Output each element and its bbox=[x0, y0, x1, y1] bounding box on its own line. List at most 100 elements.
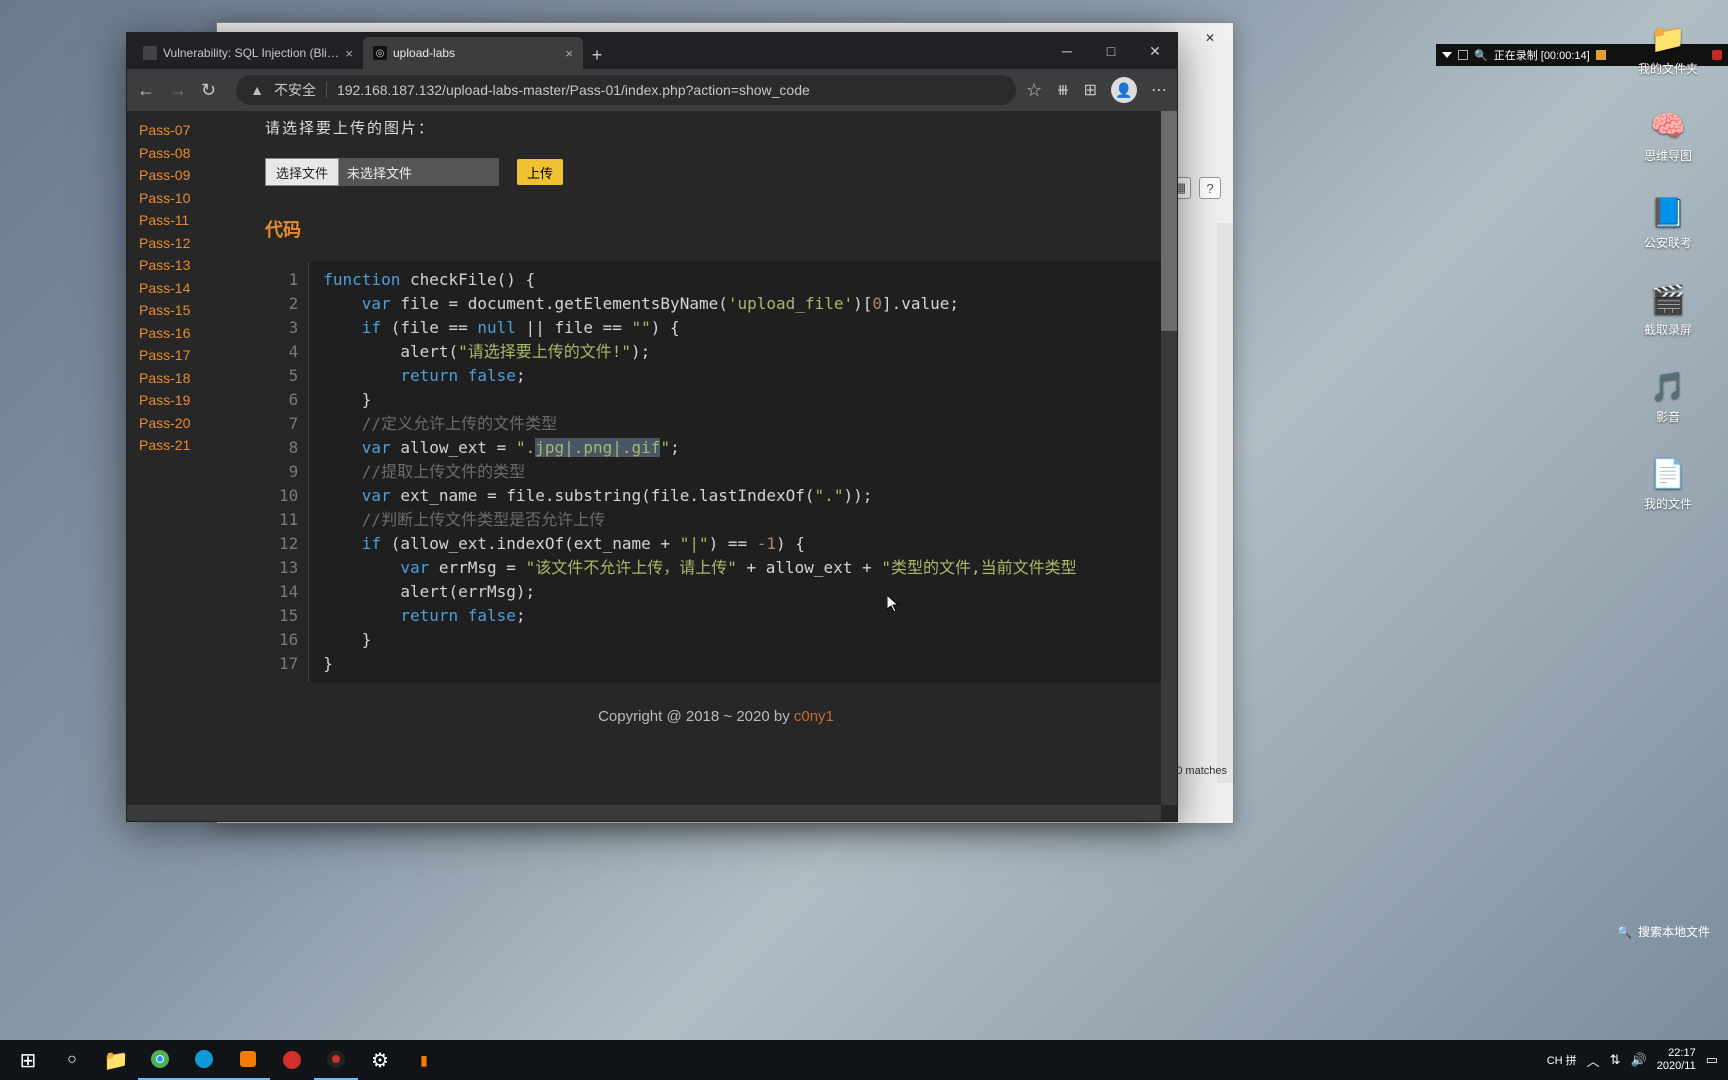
author-link[interactable]: c0ny1 bbox=[794, 708, 834, 725]
scrollbar-thumb[interactable] bbox=[1161, 111, 1177, 331]
forward-button[interactable]: → bbox=[169, 80, 187, 101]
sidebar-item-pass-18[interactable]: Pass-18 bbox=[139, 367, 225, 390]
pen-icon[interactable] bbox=[1596, 50, 1606, 60]
code-line: } bbox=[323, 628, 1076, 652]
line-number: 4 bbox=[279, 340, 298, 364]
chrome-button[interactable] bbox=[138, 1040, 182, 1080]
clock-date: 2020/11 bbox=[1657, 1060, 1696, 1073]
sidebar-item-pass-09[interactable]: Pass-09 bbox=[139, 164, 225, 187]
app-orange-button[interactable]: ▮ bbox=[402, 1040, 446, 1080]
profile-avatar[interactable]: 👤 bbox=[1111, 77, 1137, 103]
explorer-button[interactable]: 📁 bbox=[94, 1040, 138, 1080]
page-content: 请选择要上传的图片： 选择文件 未选择文件 上传 代码 123456789101… bbox=[225, 111, 1177, 821]
region-icon[interactable] bbox=[1458, 50, 1468, 60]
line-gutter: 1234567891011121314151617 bbox=[265, 262, 309, 682]
favorite-icon[interactable]: ☆ bbox=[1026, 80, 1042, 101]
new-tab-button[interactable]: + bbox=[583, 41, 611, 69]
line-number: 9 bbox=[279, 460, 298, 484]
bg-scrollbar[interactable] bbox=[1217, 223, 1233, 783]
sidebar-item-pass-11[interactable]: Pass-11 bbox=[139, 209, 225, 232]
settings-button[interactable]: ⚙ bbox=[358, 1040, 402, 1080]
code-line: var errMsg = "该文件不允许上传，请上传" + allow_ext … bbox=[323, 556, 1076, 580]
desktop-icon[interactable]: 🧠思维导图 bbox=[1608, 95, 1728, 182]
code-line: function checkFile() { bbox=[323, 268, 1076, 292]
line-number: 10 bbox=[279, 484, 298, 508]
close-tab-icon[interactable]: × bbox=[345, 46, 353, 61]
page-hscrollbar[interactable] bbox=[127, 805, 1161, 821]
app-red-button[interactable] bbox=[270, 1040, 314, 1080]
sidebar-item-pass-07[interactable]: Pass-07 bbox=[139, 119, 225, 142]
start-button[interactable]: ⊞ bbox=[6, 1040, 50, 1080]
desktop-icon[interactable]: 🎬截取录屏 bbox=[1608, 269, 1728, 356]
close-tab-icon[interactable]: × bbox=[565, 46, 573, 61]
code-line: var file = document.getElementsByName('u… bbox=[323, 292, 1076, 316]
desktop-icon[interactable]: 📘公安联考 bbox=[1608, 182, 1728, 269]
code-line: alert(errMsg); bbox=[323, 580, 1076, 604]
page-scrollbar[interactable] bbox=[1161, 111, 1177, 805]
code-line: //判断上传文件类型是否允许上传 bbox=[323, 508, 1076, 532]
tab-title: upload-labs bbox=[393, 46, 455, 60]
file-input[interactable]: 选择文件 未选择文件 bbox=[265, 158, 499, 186]
line-number: 17 bbox=[279, 652, 298, 676]
back-button[interactable]: ← bbox=[137, 80, 155, 101]
ime-indicator[interactable]: CH 拼 bbox=[1547, 1052, 1577, 1068]
line-number: 13 bbox=[279, 556, 298, 580]
code-heading: 代码 bbox=[265, 216, 1167, 242]
tab-upload-labs[interactable]: ◎ upload-labs × bbox=[363, 37, 583, 69]
extensions-icon[interactable]: ⊞ bbox=[1084, 80, 1097, 100]
clock[interactable]: 22:17 2020/11 bbox=[1657, 1047, 1696, 1073]
line-number: 7 bbox=[279, 412, 298, 436]
desktop-icon-label: 公安联考 bbox=[1644, 234, 1692, 251]
more-icon[interactable]: ⋯ bbox=[1151, 80, 1167, 100]
network-icon[interactable]: ⇅ bbox=[1610, 1052, 1621, 1068]
code-line: } bbox=[323, 652, 1076, 676]
desktop-icon[interactable]: 📁我的文件夹 bbox=[1608, 8, 1728, 95]
desktop-icon-label: 我的文件夹 bbox=[1638, 60, 1698, 77]
close-button[interactable]: ✕ bbox=[1133, 33, 1177, 69]
sidebar-item-pass-19[interactable]: Pass-19 bbox=[139, 389, 225, 412]
sidebar-item-pass-15[interactable]: Pass-15 bbox=[139, 299, 225, 322]
match-count: 0 matches bbox=[1176, 765, 1227, 777]
zoom-icon[interactable]: 🔍 bbox=[1474, 49, 1488, 62]
choose-file-button[interactable]: 选择文件 bbox=[265, 158, 339, 186]
code-block: 1234567891011121314151617 function check… bbox=[265, 262, 1167, 682]
line-number: 15 bbox=[279, 604, 298, 628]
browser-window: Vulnerability: SQL Injection (Blinc × ◎ … bbox=[126, 32, 1178, 822]
search-button[interactable]: ○ bbox=[50, 1040, 94, 1080]
sidebar-item-pass-13[interactable]: Pass-13 bbox=[139, 254, 225, 277]
page-footer: Copyright @ 2018 ~ 2020 by c0ny1 bbox=[265, 682, 1167, 735]
url-field[interactable]: ▲ 不安全 192.168.187.132/upload-labs-master… bbox=[236, 75, 1016, 105]
sidebar-item-pass-20[interactable]: Pass-20 bbox=[139, 412, 225, 435]
help-icon[interactable]: ? bbox=[1199, 177, 1221, 199]
maximize-button[interactable]: □ bbox=[1089, 33, 1133, 69]
bg-close-button[interactable]: ✕ bbox=[1199, 30, 1221, 46]
code-line: var allow_ext = ".jpg|.png|.gif"; bbox=[323, 436, 1076, 460]
code-line: } bbox=[323, 388, 1076, 412]
volume-icon[interactable]: 🔊 bbox=[1631, 1052, 1647, 1068]
tab-vulnerability[interactable]: Vulnerability: SQL Injection (Blinc × bbox=[133, 37, 363, 69]
edge-button[interactable] bbox=[182, 1040, 226, 1080]
refresh-button[interactable]: ↻ bbox=[201, 80, 216, 101]
upload-button[interactable]: 上传 bbox=[517, 159, 563, 185]
minimize-button[interactable]: ─ bbox=[1045, 33, 1089, 69]
search-icon: 🔍 bbox=[1617, 925, 1632, 939]
sidebar-item-pass-14[interactable]: Pass-14 bbox=[139, 277, 225, 300]
sidebar-item-pass-10[interactable]: Pass-10 bbox=[139, 187, 225, 210]
sidebar-item-pass-17[interactable]: Pass-17 bbox=[139, 344, 225, 367]
desktop-icon[interactable]: 🎵影音 bbox=[1608, 356, 1728, 443]
collections-icon[interactable]: ⧻ bbox=[1056, 80, 1069, 100]
sidebar-item-pass-12[interactable]: Pass-12 bbox=[139, 232, 225, 255]
folder-icon: 📁 bbox=[1646, 16, 1690, 60]
code-line: //定义允许上传的文件类型 bbox=[323, 412, 1076, 436]
sidebar-item-pass-21[interactable]: Pass-21 bbox=[139, 434, 225, 457]
sidebar-item-pass-08[interactable]: Pass-08 bbox=[139, 142, 225, 165]
notifications-icon[interactable]: ▭ bbox=[1706, 1052, 1718, 1068]
sidebar-item-pass-16[interactable]: Pass-16 bbox=[139, 322, 225, 345]
desktop-icon[interactable]: 📄我的文件 bbox=[1608, 443, 1728, 530]
vmware-button[interactable] bbox=[226, 1040, 270, 1080]
recorder-button[interactable] bbox=[314, 1040, 358, 1080]
desktop-search[interactable]: 🔍 搜索本地文件 bbox=[1617, 923, 1710, 940]
tray-chevron-icon[interactable]: ︿ bbox=[1587, 1051, 1600, 1070]
dropdown-icon[interactable] bbox=[1442, 52, 1452, 58]
code-line: //提取上传文件的类型 bbox=[323, 460, 1076, 484]
